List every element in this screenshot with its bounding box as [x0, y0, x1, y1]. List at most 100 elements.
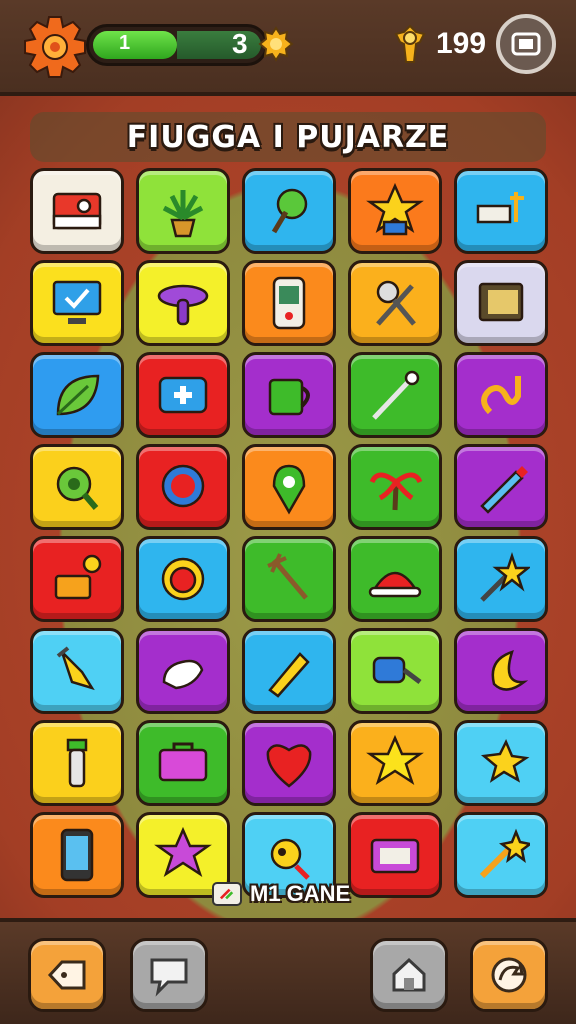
tile-moon[interactable]: [454, 628, 548, 714]
rake-icon: [267, 553, 308, 600]
tile-phone[interactable]: [30, 812, 124, 898]
top-bar: 1 3 199: [0, 0, 576, 96]
chat-button[interactable]: [130, 938, 208, 1012]
tile-rake[interactable]: [242, 536, 336, 622]
energy-fill: [93, 31, 177, 59]
tile-briefcase[interactable]: [348, 812, 442, 898]
mushroom-icon: [157, 284, 209, 326]
tile-chat-bubble[interactable]: [136, 444, 230, 530]
coin-count: 199: [436, 27, 487, 60]
refresh-button[interactable]: [470, 938, 548, 1012]
tile-mug[interactable]: [242, 352, 336, 438]
document-icon: [478, 282, 524, 322]
tile-shooting-star[interactable]: [454, 720, 548, 806]
tile-glove[interactable]: [136, 628, 230, 714]
tile-camera[interactable]: [30, 168, 124, 254]
coin-icon: [394, 24, 426, 63]
tile-monitor-check[interactable]: [30, 260, 124, 346]
leaf-icon: [56, 374, 100, 416]
hook-icon: [481, 376, 521, 415]
speech-icon: [150, 958, 188, 997]
hat-icon: [368, 571, 422, 598]
palm-tree-icon: [369, 472, 423, 511]
bird-icon: [270, 838, 310, 880]
energy-label: 1: [119, 32, 131, 54]
moon-icon: [491, 650, 529, 691]
chat-bubble-icon: [161, 464, 205, 508]
home-icon: [392, 957, 426, 992]
tile-roller[interactable]: [348, 628, 442, 714]
lives-count: 3: [232, 28, 248, 59]
tile-potted-plant[interactable]: [136, 168, 230, 254]
tile-magic-wand[interactable]: [454, 812, 548, 898]
pencil-icon: [480, 466, 528, 514]
potted-plant-icon: [162, 190, 204, 238]
bottom-bar: [0, 918, 576, 1024]
settings-gear-icon[interactable]: [22, 14, 88, 80]
mini-game-icon: [212, 882, 242, 906]
back-button[interactable]: [28, 938, 106, 1012]
tile-bottle[interactable]: [30, 720, 124, 806]
tile-crayon[interactable]: [242, 628, 336, 714]
tile-pin[interactable]: [348, 352, 442, 438]
magic-wand-icon: [479, 828, 530, 879]
tile-leaf[interactable]: [30, 352, 124, 438]
tile-star-character[interactable]: [348, 168, 442, 254]
game-device-icon: [272, 276, 306, 330]
briefcase-icon: [370, 838, 420, 874]
flower-box-icon: [54, 554, 102, 600]
tile-tree[interactable]: [242, 168, 336, 254]
heart-icon: [266, 744, 312, 788]
energy-empty: [177, 31, 261, 59]
glove-icon: [162, 659, 204, 690]
tile-hat[interactable]: [348, 536, 442, 622]
tile-hook[interactable]: [454, 352, 548, 438]
bag-icon: [158, 742, 208, 782]
tree-icon: [271, 188, 308, 234]
camera-icon: [52, 192, 102, 230]
tile-mushroom[interactable]: [136, 260, 230, 346]
tile-heart[interactable]: [242, 720, 336, 806]
tile-seed[interactable]: [30, 444, 124, 530]
menu-button[interactable]: [496, 14, 556, 74]
tile-pencil[interactable]: [454, 444, 548, 530]
pin-icon: [372, 370, 420, 420]
bottle-icon: [66, 738, 88, 788]
level-title-bar: FIUGGA I PUJARZE: [30, 112, 546, 162]
tile-first-aid[interactable]: [136, 352, 230, 438]
tile-sign-post[interactable]: [454, 168, 548, 254]
tile-map-pin[interactable]: [242, 444, 336, 530]
puzzle-grid: [30, 168, 548, 898]
shooting-star-icon: [480, 739, 530, 783]
tile-star-wand[interactable]: [454, 536, 548, 622]
refresh-icon: [491, 957, 527, 993]
star-gem-icon: [154, 826, 212, 877]
back-tag-icon: [47, 960, 86, 990]
star-wand-icon: [480, 552, 530, 602]
menu-icon: [511, 32, 541, 56]
tile-cone[interactable]: [30, 628, 124, 714]
tile-document[interactable]: [454, 260, 548, 346]
tile-racket[interactable]: [348, 260, 442, 346]
tile-sunflower[interactable]: [136, 536, 230, 622]
cone-icon: [56, 646, 95, 691]
sign-post-icon: [476, 192, 524, 224]
tile-game-device[interactable]: [242, 260, 336, 346]
mini-game-label: M1 GANE: [250, 881, 351, 906]
tile-star[interactable]: [348, 720, 442, 806]
map-pin-icon: [272, 464, 306, 515]
mini-game-button[interactable]: M1 GANE: [212, 878, 362, 910]
mug-icon: [268, 378, 310, 416]
tile-palm-tree[interactable]: [348, 444, 442, 530]
racket-icon: [376, 280, 416, 326]
home-button[interactable]: [370, 938, 448, 1012]
roller-icon: [372, 656, 422, 684]
tile-flower-box[interactable]: [30, 536, 124, 622]
monitor-check-icon: [52, 280, 102, 324]
first-aid-icon: [158, 376, 208, 414]
lives-icon: [258, 26, 294, 62]
tile-bag[interactable]: [136, 720, 230, 806]
star-character-icon: [366, 182, 424, 236]
crayon-icon: [268, 652, 310, 698]
level-title: FIUGGA I PUJARZE: [126, 120, 450, 155]
